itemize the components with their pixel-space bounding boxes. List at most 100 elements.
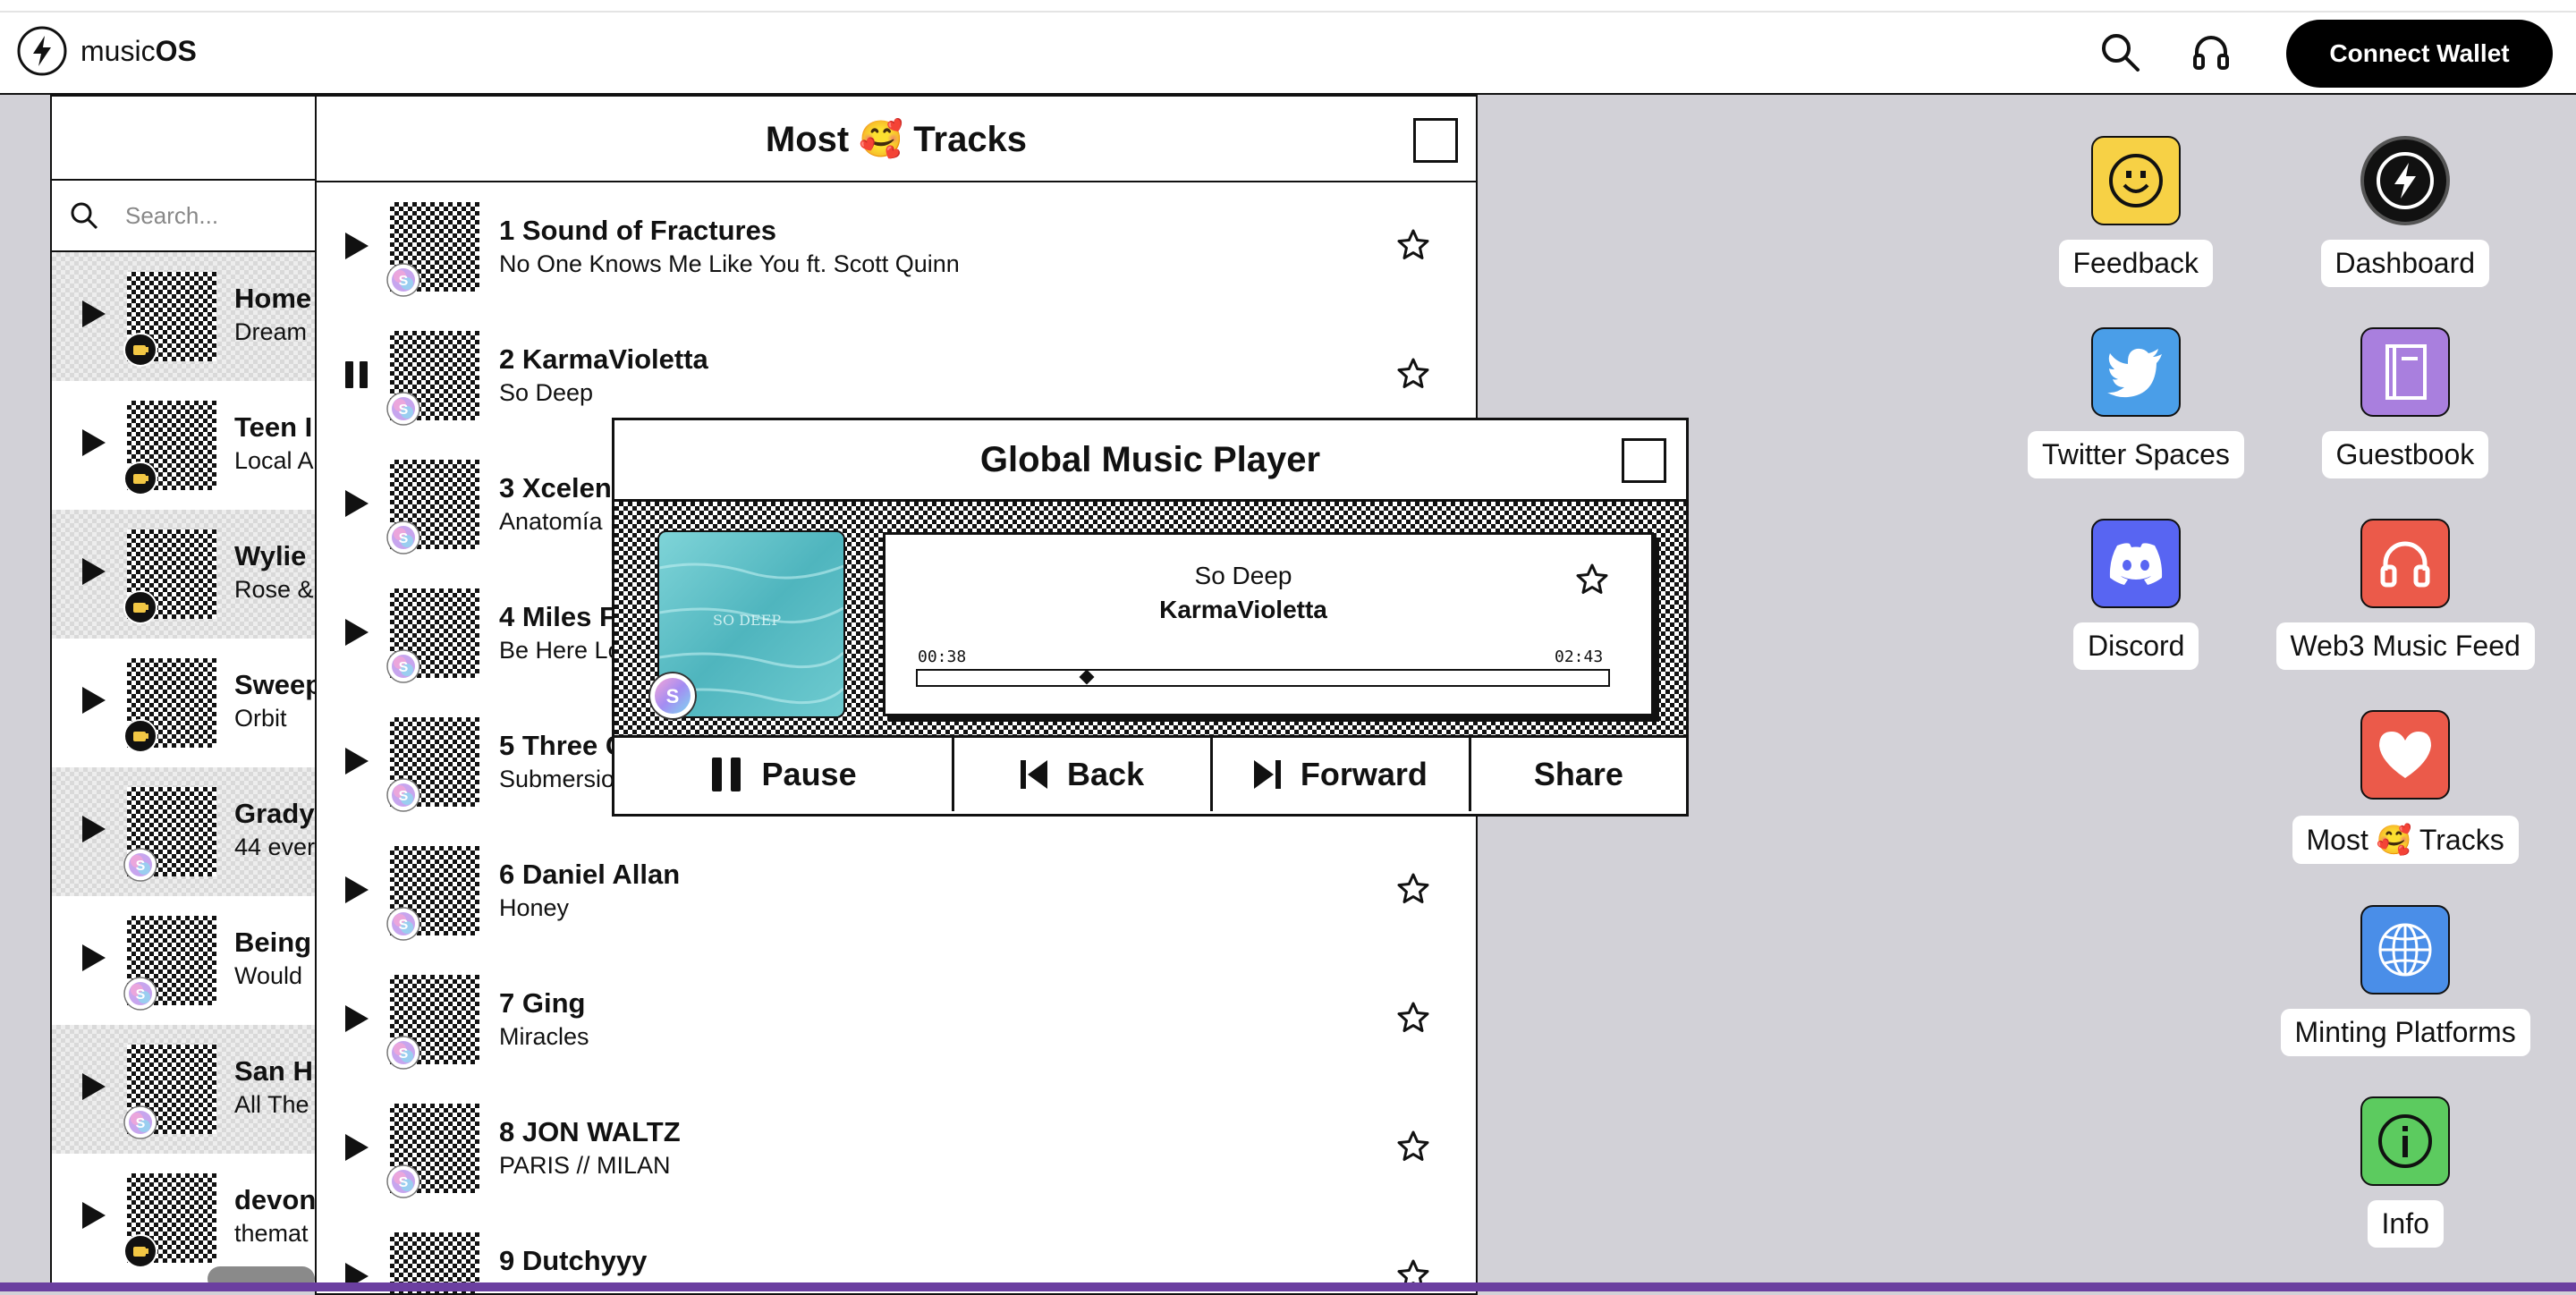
headphones-icon[interactable]: [2190, 30, 2233, 73]
track-row[interactable]: S 7 Ging Miracles: [317, 955, 1476, 1084]
search-bar[interactable]: Search...: [52, 181, 320, 252]
svg-text:S: S: [399, 1175, 409, 1190]
item-subtitle: themat: [234, 1220, 309, 1247]
play-icon[interactable]: [80, 1071, 107, 1102]
info-icon[interactable]: [2360, 1096, 2450, 1186]
item-title: Home: [234, 283, 312, 314]
desktop-shortcut-label[interactable]: Info: [2367, 1200, 2444, 1248]
now-playing-artist: KarmaVioletta: [1159, 596, 1327, 623]
favorite-star-icon[interactable]: [1395, 1129, 1431, 1164]
desktop-shortcut-label[interactable]: Dashboard: [2320, 240, 2490, 287]
play-icon[interactable]: [80, 556, 107, 587]
desktop-shortcut-label[interactable]: Feedback: [2058, 240, 2214, 287]
left-list-item[interactable]: Home Dream: [52, 252, 320, 381]
desktop-shortcut-label[interactable]: Web3 Music Feed: [2275, 622, 2535, 670]
track-row[interactable]: S 6 Daniel Allan Honey: [317, 826, 1476, 955]
bolt-logo-icon: [17, 26, 67, 76]
item-title: Sweep: [234, 669, 322, 700]
play-icon[interactable]: [343, 1003, 370, 1034]
search-input[interactable]: Search...: [125, 202, 218, 230]
close-player-button[interactable]: [1622, 438, 1666, 483]
track-title: 6 Daniel Allan: [499, 859, 681, 890]
close-window-button[interactable]: [1413, 118, 1458, 163]
headphones-icon[interactable]: [2360, 519, 2450, 608]
item-title: Wylie: [234, 540, 307, 571]
left-list-item[interactable]: devon themat: [52, 1154, 320, 1282]
play-icon[interactable]: [80, 299, 107, 329]
sound-platform-badge-icon: S: [386, 778, 420, 812]
play-icon[interactable]: [343, 617, 370, 648]
play-icon[interactable]: [80, 943, 107, 973]
forward-button[interactable]: Forward: [1213, 738, 1471, 811]
track-subtitle: PARIS // MILAN: [499, 1152, 671, 1179]
desktop-shortcut-label[interactable]: Minting Platforms: [2280, 1009, 2530, 1056]
back-button[interactable]: Back: [954, 738, 1213, 811]
play-icon[interactable]: [343, 875, 370, 905]
track-title: 1 Sound of Fractures: [499, 215, 777, 246]
player-controls: Pause Back Forward Share: [614, 738, 1686, 811]
play-icon[interactable]: [343, 488, 370, 519]
book-icon[interactable]: [2360, 327, 2450, 417]
svg-text:S: S: [666, 685, 680, 707]
favorite-star-icon[interactable]: [1395, 871, 1431, 907]
track-subtitle: Submersio: [499, 766, 615, 792]
favorite-star-icon[interactable]: [1574, 562, 1610, 597]
track-title: 4 Miles F: [499, 601, 616, 632]
desktop-shortcut-label[interactable]: Twitter Spaces: [2028, 431, 2244, 478]
favorite-star-icon[interactable]: [1395, 1000, 1431, 1036]
desktop-shortcut-label[interactable]: Most 🥰 Tracks: [2292, 816, 2519, 864]
svg-text:S: S: [136, 1116, 146, 1131]
track-title: 8 JON WALTZ: [499, 1116, 681, 1147]
progress-bar[interactable]: [916, 669, 1610, 687]
heart-icon[interactable]: [2360, 710, 2450, 800]
share-button[interactable]: Share: [1471, 738, 1686, 811]
connect-wallet-button[interactable]: Connect Wallet: [2286, 20, 2553, 88]
sound-platform-badge-icon: S: [386, 521, 420, 554]
play-icon[interactable]: [80, 427, 107, 458]
item-title: Teen I: [234, 411, 313, 443]
global-music-player-window: Global Music Player SO DEEP S So Deep Ka…: [612, 418, 1689, 817]
item-title: Grady: [234, 798, 315, 829]
globe-icon[interactable]: [2360, 905, 2450, 995]
forward-label: Forward: [1300, 756, 1428, 792]
left-list-item[interactable]: Teen I Local A: [52, 381, 320, 510]
window-top-edge: [0, 0, 2576, 13]
search-icon[interactable]: [2098, 30, 2141, 73]
favorite-star-icon[interactable]: [1395, 356, 1431, 392]
track-row[interactable]: S 1 Sound of Fractures No One Knows Me L…: [317, 182, 1476, 311]
track-subtitle: Be Here Lo: [499, 637, 622, 664]
play-icon[interactable]: [80, 1200, 107, 1231]
play-icon[interactable]: [343, 231, 370, 261]
track-title: 3 Xcelen: [499, 472, 612, 504]
desktop-shortcut-label[interactable]: Guestbook: [2321, 431, 2489, 478]
svg-text:S: S: [399, 789, 409, 804]
app-logo[interactable]: musicOS: [16, 25, 197, 77]
coin-platform-badge-icon: [123, 719, 157, 753]
discord-icon[interactable]: [2091, 519, 2181, 608]
coin-platform-badge-icon: [123, 1234, 157, 1268]
pause-button[interactable]: Pause: [614, 738, 955, 811]
left-list-item[interactable]: Wylie Rose &: [52, 510, 320, 639]
left-list-item[interactable]: S Grady 44 ever: [52, 767, 320, 896]
track-subtitle: So Deep: [499, 379, 594, 406]
share-label: Share: [1533, 756, 1623, 792]
item-subtitle: Orbit: [234, 705, 287, 732]
play-icon[interactable]: [80, 685, 107, 715]
play-icon[interactable]: [343, 1132, 370, 1163]
svg-text:S: S: [136, 987, 146, 1003]
pause-icon[interactable]: [343, 360, 370, 390]
bolt-icon[interactable]: [2360, 136, 2450, 225]
desktop-shortcut-label[interactable]: Discord: [2073, 622, 2199, 670]
left-list-item[interactable]: Sweep Orbit: [52, 639, 320, 767]
play-icon[interactable]: [80, 814, 107, 844]
favorite-star-icon[interactable]: [1395, 227, 1431, 263]
smiley-icon[interactable]: [2091, 136, 2181, 225]
pause-icon: [711, 758, 741, 791]
left-list-item[interactable]: S Being Would: [52, 896, 320, 1025]
progress-knob[interactable]: [1079, 669, 1095, 685]
play-icon[interactable]: [343, 746, 370, 776]
twitter-bird-icon[interactable]: [2091, 327, 2181, 417]
track-row[interactable]: S 8 JON WALTZ PARIS // MILAN: [317, 1084, 1476, 1213]
left-list-item[interactable]: S San H All The: [52, 1025, 320, 1154]
coin-platform-badge-icon: [123, 590, 157, 624]
